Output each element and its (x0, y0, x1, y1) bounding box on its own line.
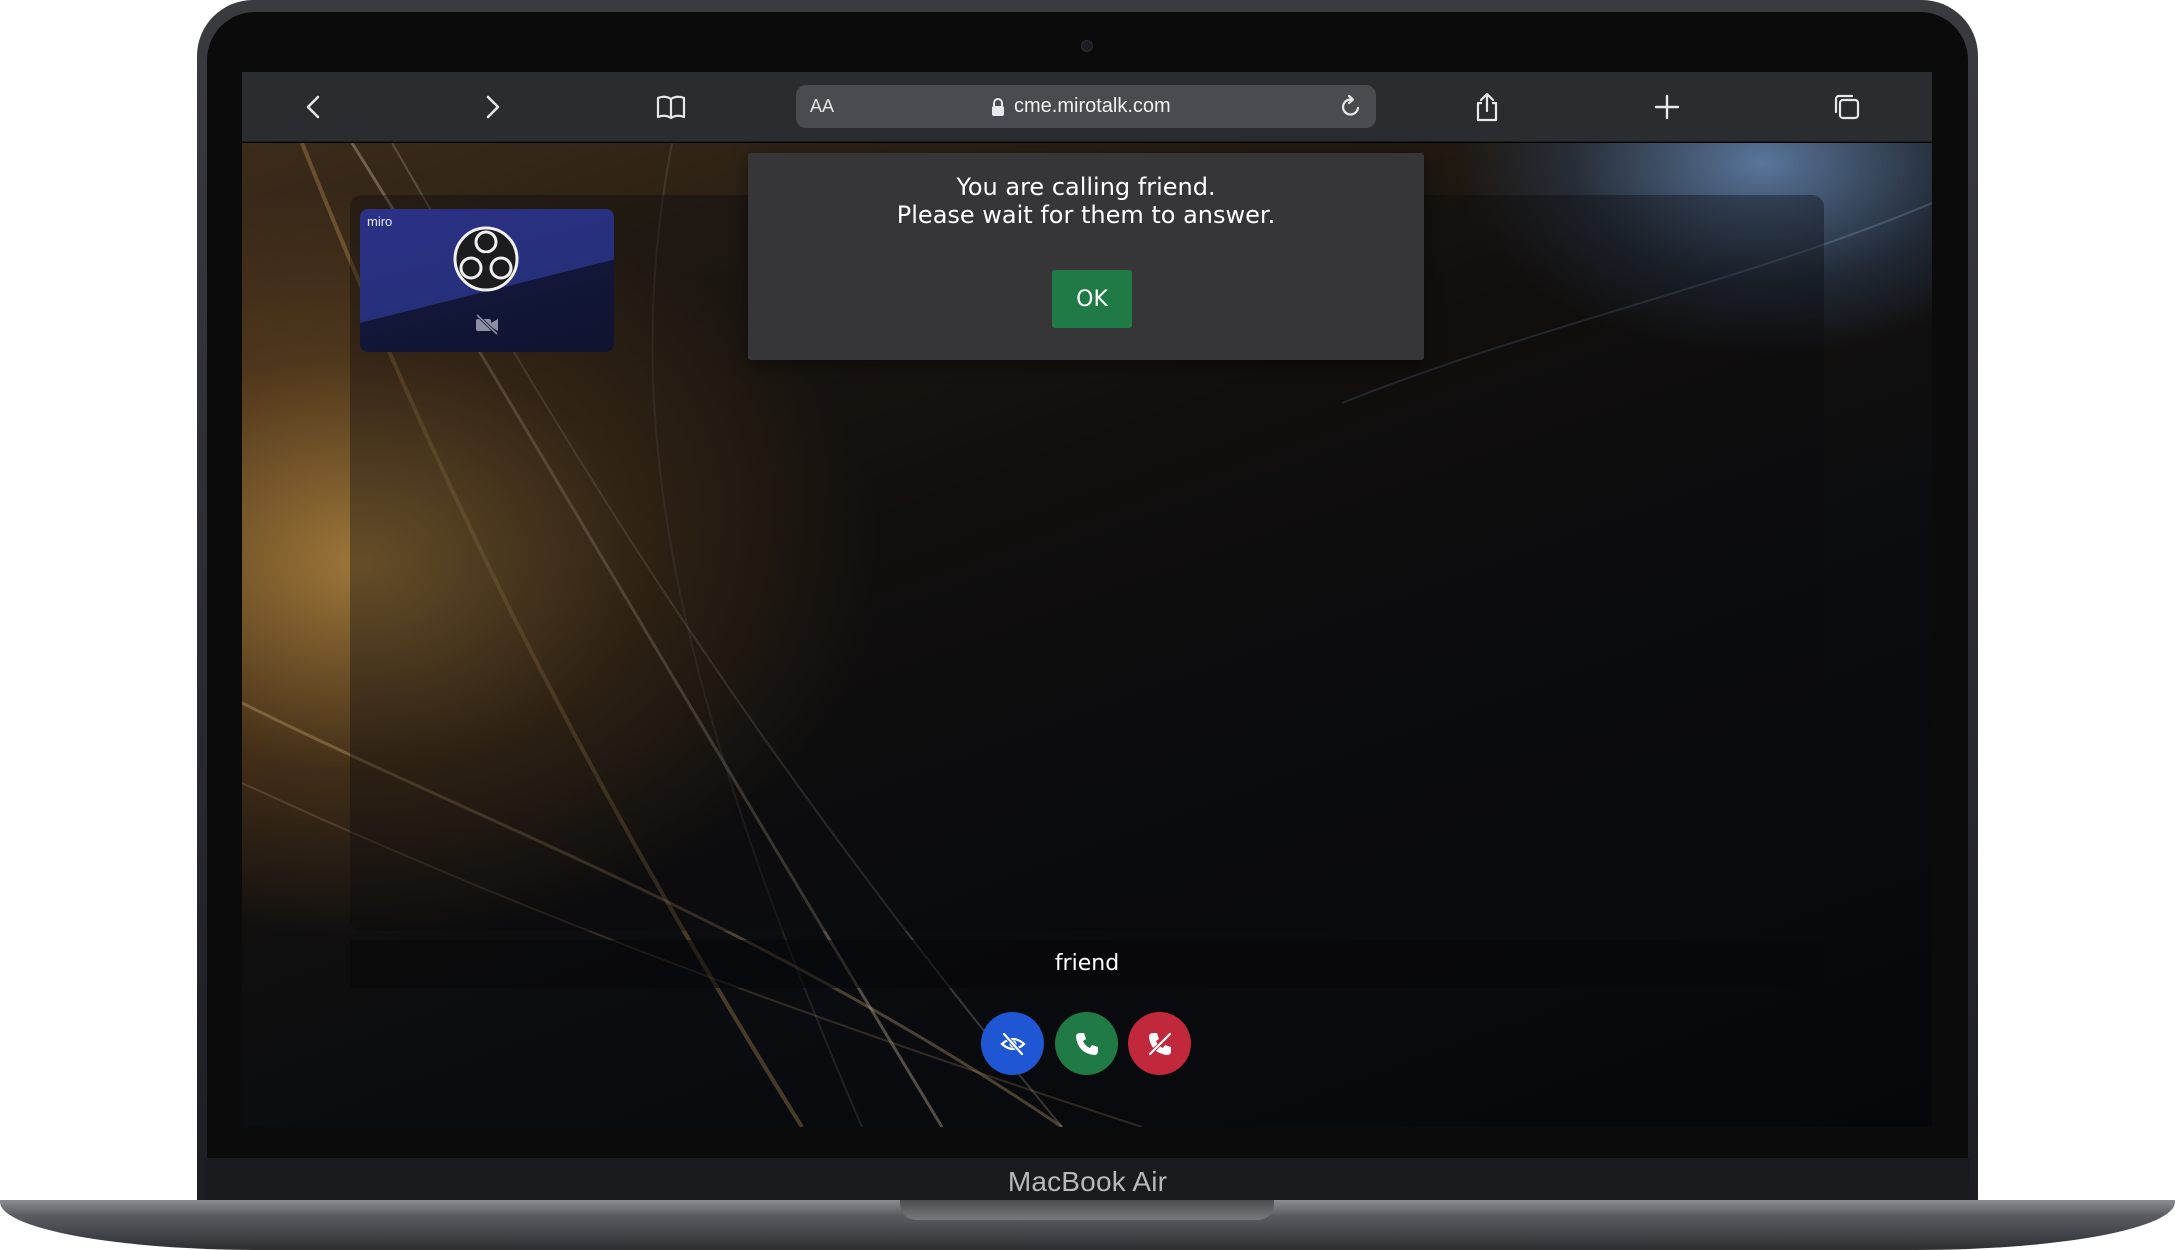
local-video-tile[interactable]: miro (360, 209, 614, 352)
obs-logo-icon (453, 226, 519, 292)
browser-toolbar: AA cme.mirotalk.com (242, 72, 1932, 142)
reload-icon[interactable] (1338, 94, 1364, 120)
back-icon[interactable] (294, 87, 334, 127)
laptop-hinge-notch (900, 1200, 1274, 1220)
new-tab-icon[interactable] (1647, 87, 1687, 127)
call-page: miro You are calling friend. Please wait… (242, 143, 1932, 1127)
tabs-icon[interactable] (1827, 87, 1867, 127)
text-size-button[interactable]: AA (810, 85, 834, 128)
screen: AA cme.mirotalk.com miro You are calling… (242, 72, 1932, 1127)
hide-video-button[interactable] (981, 1012, 1044, 1075)
bookmarks-icon[interactable] (651, 87, 691, 127)
url-text[interactable]: cme.mirotalk.com (1014, 85, 1171, 128)
device-label: MacBook Air (1007, 1166, 1168, 1197)
end-call-button[interactable] (1128, 1012, 1191, 1075)
webcam-dot (1081, 40, 1093, 52)
accept-call-button[interactable] (1055, 1012, 1118, 1075)
phone-icon (1075, 1032, 1098, 1055)
lock-icon (992, 98, 1004, 116)
address-bar[interactable]: AA cme.mirotalk.com (796, 85, 1376, 128)
camera-off-icon (475, 313, 499, 335)
eye-off-icon (999, 1032, 1026, 1055)
ok-button[interactable]: OK (1052, 270, 1132, 328)
calling-dialog: You are calling friend. Please wait for … (748, 153, 1424, 360)
share-icon[interactable] (1467, 87, 1507, 127)
dialog-message-line1: You are calling friend. (956, 173, 1216, 201)
local-user-name: miro (367, 214, 393, 229)
remote-user-name: friend (350, 940, 1824, 988)
phone-hangup-icon (1148, 1032, 1171, 1055)
dialog-message: You are calling friend. Please wait for … (748, 173, 1424, 229)
dialog-message-line2: Please wait for them to answer. (896, 201, 1276, 229)
forward-icon[interactable] (472, 87, 512, 127)
